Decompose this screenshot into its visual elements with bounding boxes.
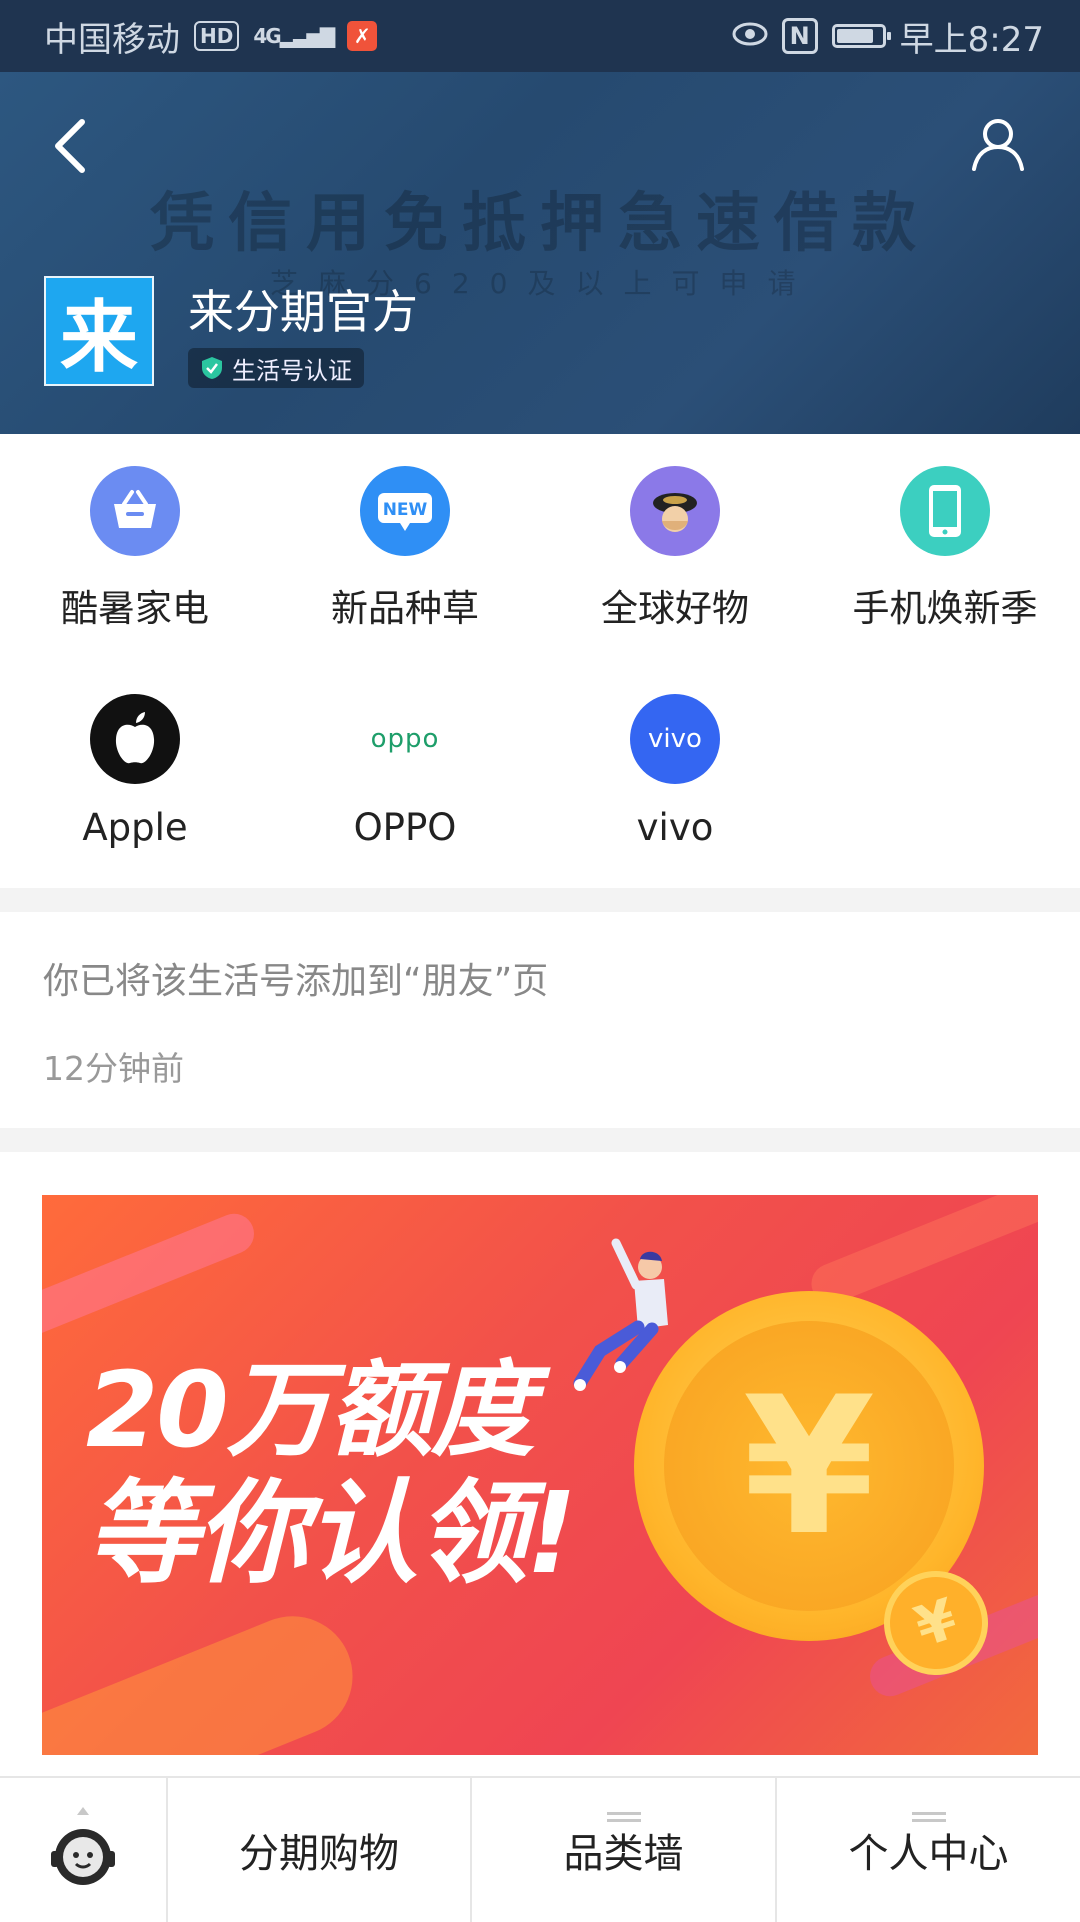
nav-category-wall[interactable]: 品类墙 xyxy=(470,1778,775,1922)
user-icon xyxy=(972,119,1024,171)
vivo-logo-text: vivo xyxy=(648,724,702,754)
carrier-label: 中国移动 xyxy=(44,19,180,60)
category-item-global[interactable]: 全球好物 xyxy=(540,434,810,634)
category-item-oppo[interactable]: oppo OPPO xyxy=(270,662,540,862)
network-label: 4G xyxy=(253,24,281,48)
category-grid: 酷暑家电 NEW 新品种草 全球好物 手机焕新季 Apple oppo OPPO… xyxy=(0,434,1080,888)
submenu-icon xyxy=(606,1812,641,1822)
category-label: vivo xyxy=(636,806,714,849)
category-label: OPPO xyxy=(353,806,457,849)
app-notification-icon: ✗ xyxy=(347,21,378,51)
small-coin-symbol: ¥ xyxy=(907,1586,965,1660)
category-label: 全球好物 xyxy=(601,587,749,630)
banner-decoration xyxy=(42,1598,371,1755)
battery-icon xyxy=(831,24,891,48)
category-item-phones[interactable]: 手机焕新季 xyxy=(810,434,1080,634)
vivo-logo-icon: vivo xyxy=(630,694,720,784)
banner-subheadline: 等你认领! xyxy=(86,1469,577,1599)
notice-timestamp: 12分钟前 xyxy=(43,1049,184,1088)
category-label: Apple xyxy=(82,806,188,849)
promo-banner[interactable]: 20万额度 等你认领! ¥ ¥ xyxy=(42,1195,1038,1755)
section-divider xyxy=(0,1128,1080,1152)
account-name: 来分期官方 xyxy=(188,285,418,339)
nav-label: 品类墙 xyxy=(563,1831,684,1877)
new-icon-text: NEW xyxy=(383,500,428,520)
category-label: 新品种草 xyxy=(331,587,479,630)
account-header: 凭信用免抵押急速借款 芝麻分620及以上可申请 来 来分期官方 生活号认证 xyxy=(0,72,1080,434)
nav-label: 个人中心 xyxy=(848,1831,1009,1877)
nav-personal-center[interactable]: 个人中心 xyxy=(775,1778,1080,1922)
category-label: 手机焕新季 xyxy=(852,587,1038,630)
header-background-slogan: 凭信用免抵押急速借款 xyxy=(150,187,930,261)
verified-label: 生活号认证 xyxy=(232,356,352,385)
nav-installment-shopping[interactable]: 分期购物 xyxy=(166,1778,470,1922)
banner-decoration xyxy=(42,1207,261,1343)
category-label: 酷暑家电 xyxy=(61,587,209,630)
banner-decoration xyxy=(805,1195,1038,1310)
customer-service-button[interactable] xyxy=(0,1778,166,1922)
apple-icon xyxy=(90,694,180,784)
oppo-logo-icon: oppo xyxy=(360,694,450,784)
profile-button[interactable] xyxy=(966,112,1030,176)
category-item-appliances[interactable]: 酷暑家电 xyxy=(0,434,270,634)
eye-comfort-icon xyxy=(732,16,768,56)
submenu-icon xyxy=(911,1812,946,1822)
back-button[interactable] xyxy=(40,116,100,176)
clock: 早上8:27 xyxy=(899,19,1044,60)
category-item-new[interactable]: NEW 新品种草 xyxy=(270,434,540,634)
nav-label: 分期购物 xyxy=(239,1831,399,1877)
logo-char: 来 xyxy=(59,293,138,383)
category-item-vivo[interactable]: vivo vivo xyxy=(540,662,810,862)
status-bar: 中国移动 HD 4G▂▃▅▇ ✗ N 早上8:27 xyxy=(0,0,1080,72)
signal-icon: 4G▂▃▅▇ xyxy=(253,24,335,48)
basket-icon xyxy=(90,466,180,556)
notice-text: 你已将该生活号添加到“朋友”页 xyxy=(43,961,549,1002)
hd-badge: HD xyxy=(194,21,240,51)
verified-badge: 生活号认证 xyxy=(188,348,364,388)
chevron-left-icon xyxy=(55,119,85,173)
cosmetic-icon xyxy=(630,466,720,556)
robot-assistant-icon xyxy=(51,1807,115,1885)
bottom-navigation: 分期购物 品类墙 个人中心 xyxy=(0,1776,1080,1922)
coin-symbol: ¥ xyxy=(664,1321,954,1611)
account-logo: 来 xyxy=(44,276,154,386)
shield-check-icon xyxy=(202,357,222,379)
section-divider xyxy=(0,888,1080,912)
nfc-icon: N xyxy=(781,18,818,54)
new-icon: NEW xyxy=(360,466,450,556)
oppo-logo-text: oppo xyxy=(370,724,440,754)
phone-icon xyxy=(900,466,990,556)
category-item-apple[interactable]: Apple xyxy=(0,662,270,862)
notice-card: 你已将该生活号添加到“朋友”页 12分钟前 xyxy=(0,912,1080,1128)
